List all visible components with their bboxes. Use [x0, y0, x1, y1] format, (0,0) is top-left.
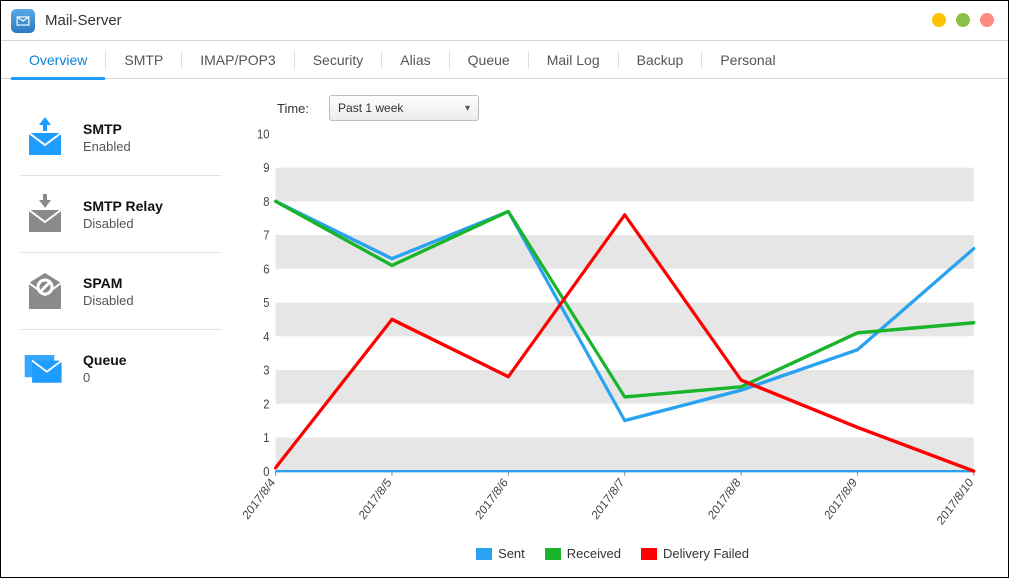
time-label: Time: — [277, 101, 309, 116]
tab-bar: OverviewSMTPIMAP/POP3SecurityAliasQueueM… — [1, 41, 1008, 79]
tab-backup[interactable]: Backup — [619, 41, 702, 79]
sidebar-item-title: SPAM — [83, 275, 134, 291]
legend-sent: Sent — [476, 546, 525, 561]
svg-text:2017/8/8: 2017/8/8 — [705, 475, 743, 522]
legend-swatch — [545, 548, 561, 560]
legend-label: Delivery Failed — [663, 546, 749, 561]
legend-swatch — [641, 548, 657, 560]
mail-spam-icon — [21, 271, 69, 311]
tab-smtp[interactable]: SMTP — [106, 41, 181, 79]
svg-text:7: 7 — [263, 228, 270, 243]
time-range-value: Past 1 week — [338, 101, 403, 115]
titlebar: Mail-Server — [1, 1, 1008, 41]
maximize-button[interactable] — [956, 13, 970, 27]
chart-legend: Sent Received Delivery Failed — [241, 540, 984, 567]
tab-overview[interactable]: Overview — [11, 41, 105, 79]
svg-text:3: 3 — [263, 363, 270, 378]
tab-queue[interactable]: Queue — [450, 41, 528, 79]
sidebar-item-title: Queue — [83, 352, 127, 368]
sidebar-item-title: SMTP Relay — [83, 198, 163, 214]
mail-queue-icon — [21, 348, 69, 388]
legend-label: Sent — [498, 546, 525, 561]
window-title: Mail-Server — [45, 12, 122, 29]
legend-delivery-failed: Delivery Failed — [641, 546, 749, 561]
sidebar-item-smtp-relay[interactable]: SMTP Relay Disabled — [21, 176, 221, 253]
svg-text:8: 8 — [263, 194, 270, 209]
tab-mail-log[interactable]: Mail Log — [529, 41, 618, 79]
mail-out-icon — [21, 117, 69, 157]
svg-text:6: 6 — [263, 262, 270, 277]
svg-text:2017/8/9: 2017/8/9 — [822, 475, 860, 522]
tab-alias[interactable]: Alias — [382, 41, 448, 79]
legend-label: Received — [567, 546, 621, 561]
legend-swatch — [476, 548, 492, 560]
tab-personal[interactable]: Personal — [702, 41, 793, 79]
svg-text:2017/8/5: 2017/8/5 — [356, 475, 394, 522]
svg-text:2017/8/10: 2017/8/10 — [934, 475, 976, 528]
close-button[interactable] — [980, 13, 994, 27]
sidebar-item-spam[interactable]: SPAM Disabled — [21, 253, 221, 330]
chevron-down-icon: ▾ — [465, 103, 470, 114]
sidebar-item-status: Disabled — [83, 293, 134, 308]
minimize-button[interactable] — [932, 13, 946, 27]
main-panel: Time: Past 1 week ▾ 0123456789102017/8/4… — [231, 79, 1008, 577]
svg-text:5: 5 — [263, 295, 270, 310]
tab-security[interactable]: Security — [295, 41, 382, 79]
svg-text:10: 10 — [257, 127, 270, 142]
mail-relay-icon — [21, 194, 69, 234]
tab-imap-pop3[interactable]: IMAP/POP3 — [182, 41, 293, 79]
sidebar-item-smtp[interactable]: SMTP Enabled — [21, 99, 221, 176]
sidebar-item-status: 0 — [83, 370, 127, 385]
sidebar-item-status: Disabled — [83, 216, 163, 231]
app-icon — [11, 9, 35, 33]
sidebar-item-status: Enabled — [83, 139, 131, 154]
legend-received: Received — [545, 546, 621, 561]
svg-text:9: 9 — [263, 161, 270, 176]
sidebar-item-queue[interactable]: Queue 0 — [21, 330, 221, 406]
svg-text:2017/8/6: 2017/8/6 — [472, 475, 510, 522]
chart: 0123456789102017/8/42017/8/52017/8/62017… — [241, 127, 984, 540]
sidebar: SMTP Enabled SMTP Relay Disabled SPAM Di… — [1, 79, 231, 577]
svg-text:1: 1 — [263, 430, 270, 445]
time-range-select[interactable]: Past 1 week ▾ — [329, 95, 479, 121]
svg-text:2017/8/7: 2017/8/7 — [589, 475, 627, 522]
window-controls — [932, 13, 994, 27]
svg-text:2: 2 — [263, 397, 270, 412]
svg-text:4: 4 — [263, 329, 270, 344]
svg-text:2017/8/4: 2017/8/4 — [241, 475, 278, 522]
sidebar-item-title: SMTP — [83, 121, 131, 137]
